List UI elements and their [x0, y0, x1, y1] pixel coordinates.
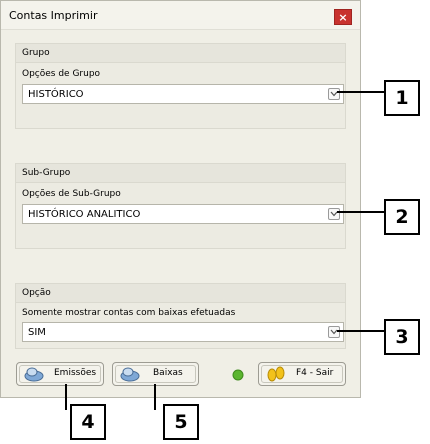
baixas-button-label: Baixas: [153, 368, 183, 378]
opcao-label: Somente mostrar contas com baixas efetua…: [22, 308, 236, 318]
sair-button[interactable]: F4 - Sair: [258, 362, 346, 386]
opcao-header: Opção: [16, 284, 345, 303]
grupo-section: Grupo Opções de Grupo HISTÓRICO: [15, 43, 346, 129]
grupo-title: Grupo: [22, 48, 50, 58]
sair-button-label: F4 - Sair: [296, 368, 334, 378]
callout-3: 3: [384, 319, 420, 355]
chevron-down-icon[interactable]: [328, 326, 340, 338]
chevron-down-icon[interactable]: [328, 88, 340, 100]
grupo-options-label: Opções de Grupo: [22, 69, 101, 79]
opcao-section: Opção Somente mostrar contas com baixas …: [15, 283, 346, 349]
callout-1: 1: [384, 80, 420, 116]
printer-icon: [24, 367, 44, 382]
callout-5-leader: [154, 384, 156, 410]
baixas-button[interactable]: Baixas: [112, 362, 199, 386]
callout-2: 2: [384, 199, 420, 235]
title-bar: Contas Imprimir ×: [1, 1, 360, 30]
subgrupo-section: Sub-Grupo Opções de Sub-Grupo HISTÓRICO …: [15, 163, 346, 249]
opcao-title: Opção: [22, 288, 51, 298]
opcao-select-value: SIM: [28, 327, 46, 338]
window-title: Contas Imprimir: [9, 9, 98, 22]
emissoes-button[interactable]: Emissões: [16, 362, 104, 386]
callout-5: 5: [163, 404, 199, 440]
footsteps-icon: [267, 366, 285, 382]
opcao-select[interactable]: SIM: [22, 322, 344, 342]
grupo-select-value: HISTÓRICO: [28, 89, 84, 100]
grupo-select[interactable]: HISTÓRICO: [22, 84, 344, 104]
callout-4: 4: [70, 404, 106, 440]
subgrupo-title: Sub-Grupo: [22, 168, 71, 178]
callout-3-leader: [337, 330, 386, 332]
subgrupo-select[interactable]: HISTÓRICO ANALITICO: [22, 204, 344, 224]
subgrupo-options-label: Opções de Sub-Grupo: [22, 189, 121, 199]
callout-1-leader: [337, 91, 386, 93]
close-button[interactable]: ×: [334, 9, 352, 25]
contas-imprimir-window: Contas Imprimir × Grupo Opções de Grupo …: [0, 0, 361, 398]
grupo-header: Grupo: [16, 44, 345, 63]
emissoes-button-label: Emissões: [54, 368, 97, 378]
callout-4-leader: [65, 384, 67, 410]
status-dot-icon: [232, 369, 244, 381]
chevron-down-icon[interactable]: [328, 208, 340, 220]
callout-2-leader: [337, 211, 386, 213]
printer-icon: [120, 367, 140, 382]
subgrupo-header: Sub-Grupo: [16, 164, 345, 183]
subgrupo-select-value: HISTÓRICO ANALITICO: [28, 209, 141, 220]
